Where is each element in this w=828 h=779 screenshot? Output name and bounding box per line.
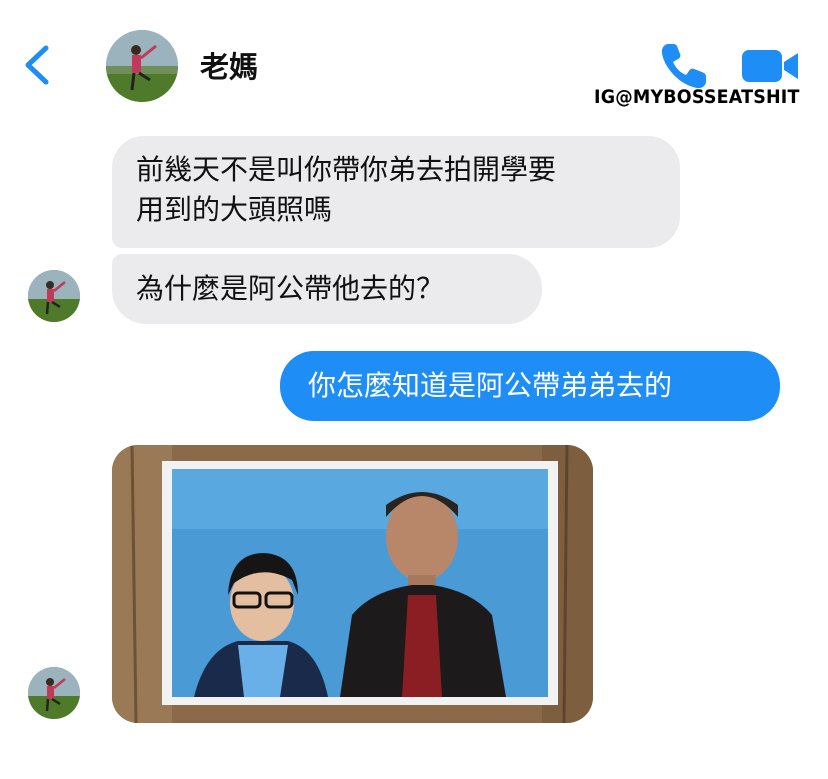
sender-avatar[interactable] [28, 667, 80, 719]
back-button[interactable] [18, 40, 58, 90]
message-text: 你怎麼知道是阿公帶弟弟去的 [308, 369, 673, 402]
watermark: IG@MYBOSSEATSHIT [594, 86, 800, 108]
message-bubble-incoming[interactable]: 前幾天不是叫你帶你弟去拍開學要 用到的大頭照嗎 [112, 136, 680, 248]
back-chevron-icon [25, 45, 49, 85]
message-text: 前幾天不是叫你帶你弟去拍開學要 用到的大頭照嗎 [136, 153, 557, 226]
sender-avatar[interactable] [28, 270, 80, 322]
photo-message[interactable] [112, 445, 593, 723]
photo-image [112, 445, 593, 723]
conversation-header: 老媽 IG@MYBOSSEATSHIT [0, 0, 828, 118]
video-call-button[interactable] [738, 44, 802, 88]
message-bubble-outgoing[interactable]: 你怎麼知道是阿公帶弟弟去的 [280, 351, 780, 421]
contact-avatar[interactable] [106, 30, 178, 102]
message-text: 為什麼是阿公帶他去的？ [136, 272, 445, 305]
message-bubble-incoming[interactable]: 為什麼是阿公帶他去的？ [112, 254, 542, 324]
contact-name[interactable]: 老媽 [200, 44, 258, 86]
video-camera-icon [742, 50, 798, 82]
